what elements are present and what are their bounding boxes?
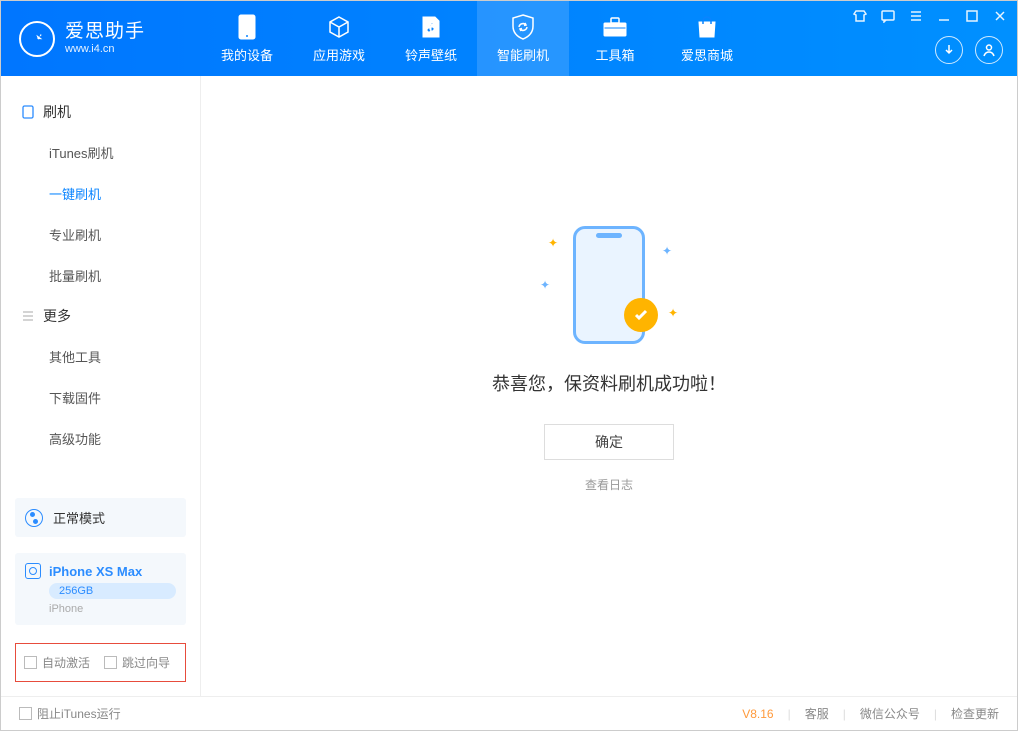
mode-label: 正常模式 xyxy=(53,508,105,527)
footer-link-wechat[interactable]: 微信公众号 xyxy=(860,705,920,722)
device-mode-card[interactable]: 正常模式 xyxy=(15,498,186,537)
maximize-icon[interactable] xyxy=(963,7,981,25)
sparkle-icon: ✦ xyxy=(548,236,558,250)
bag-icon xyxy=(693,13,721,41)
device-type: iPhone xyxy=(49,603,176,615)
minimize-icon[interactable] xyxy=(935,7,953,25)
tab-toolbox[interactable]: 工具箱 xyxy=(569,1,661,76)
success-illustration: ✦ ✦ ✦ ✦ xyxy=(534,220,684,350)
sparkle-icon: ✦ xyxy=(668,306,678,320)
sparkle-icon: ✦ xyxy=(540,278,550,292)
mode-icon xyxy=(25,509,43,527)
sidebar-item-itunes-flash[interactable]: iTunes刷机 xyxy=(1,132,200,173)
sidebar-section-flash: 刷机 xyxy=(1,92,200,132)
device-card[interactable]: iPhone XS Max 256GB iPhone xyxy=(15,553,186,625)
toolbox-icon xyxy=(601,13,629,41)
tab-smart-flash[interactable]: 智能刷机 xyxy=(477,1,569,76)
header-actions xyxy=(935,36,1003,64)
app-url: www.i4.cn xyxy=(65,43,145,55)
flash-options-highlighted: 自动激活 跳过向导 xyxy=(15,643,186,682)
phone-outline-icon xyxy=(21,105,35,119)
sidebar-item-download-firmware[interactable]: 下载固件 xyxy=(1,377,200,418)
checkbox-auto-activate[interactable]: 自动激活 xyxy=(24,654,90,671)
header: 爱思助手 www.i4.cn 我的设备 应用游戏 铃声壁纸 智能刷机 工具箱 爱… xyxy=(1,1,1017,76)
footer-link-update[interactable]: 检查更新 xyxy=(951,705,999,722)
cube-icon xyxy=(325,13,353,41)
logo-icon xyxy=(19,21,55,57)
nav-tabs: 我的设备 应用游戏 铃声壁纸 智能刷机 工具箱 爱思商城 xyxy=(201,1,753,76)
device-capacity-badge: 256GB xyxy=(49,583,176,599)
sparkle-icon: ✦ xyxy=(662,244,672,258)
app-name: 爱思助手 xyxy=(65,22,145,43)
tab-store[interactable]: 爱思商城 xyxy=(661,1,753,76)
sidebar-item-pro-flash[interactable]: 专业刷机 xyxy=(1,214,200,255)
main-content: ✦ ✦ ✦ ✦ 恭喜您，保资料刷机成功啦！ 确定 查看日志 xyxy=(201,76,1017,696)
menu-icon[interactable] xyxy=(907,7,925,25)
tab-apps-games[interactable]: 应用游戏 xyxy=(293,1,385,76)
device-icon xyxy=(233,13,261,41)
device-name: iPhone XS Max xyxy=(49,564,142,579)
sidebar-section-more: 更多 xyxy=(1,296,200,336)
checkbox-icon xyxy=(24,656,37,669)
window-controls xyxy=(851,7,1009,25)
sidebar-item-batch-flash[interactable]: 批量刷机 xyxy=(1,255,200,296)
skin-icon[interactable] xyxy=(851,7,869,25)
sidebar: 刷机 iTunes刷机 一键刷机 专业刷机 批量刷机 更多 其他工具 下载固件 … xyxy=(1,76,201,696)
feedback-icon[interactable] xyxy=(879,7,897,25)
device-phone-icon xyxy=(25,563,41,579)
music-file-icon xyxy=(417,13,445,41)
app-logo: 爱思助手 www.i4.cn xyxy=(1,1,201,76)
success-message: 恭喜您，保资料刷机成功啦！ xyxy=(492,370,726,396)
account-button[interactable] xyxy=(975,36,1003,64)
footer-link-support[interactable]: 客服 xyxy=(805,705,829,722)
check-badge-icon xyxy=(624,298,658,332)
checkbox-block-itunes[interactable]: 阻止iTunes运行 xyxy=(19,705,121,722)
view-log-link[interactable]: 查看日志 xyxy=(585,476,633,493)
list-icon xyxy=(21,309,35,323)
ok-button[interactable]: 确定 xyxy=(544,424,674,460)
tab-my-device[interactable]: 我的设备 xyxy=(201,1,293,76)
checkbox-skip-guide[interactable]: 跳过向导 xyxy=(104,654,170,671)
sidebar-item-oneclick-flash[interactable]: 一键刷机 xyxy=(1,173,200,214)
sidebar-item-advanced[interactable]: 高级功能 xyxy=(1,418,200,459)
version-label: V8.16 xyxy=(742,707,773,721)
close-icon[interactable] xyxy=(991,7,1009,25)
checkbox-icon xyxy=(104,656,117,669)
tab-ringtones-wallpaper[interactable]: 铃声壁纸 xyxy=(385,1,477,76)
sidebar-item-other-tools[interactable]: 其他工具 xyxy=(1,336,200,377)
checkbox-icon xyxy=(19,707,32,720)
status-bar: 阻止iTunes运行 V8.16 | 客服 | 微信公众号 | 检查更新 xyxy=(1,696,1017,730)
shield-refresh-icon xyxy=(509,13,537,41)
download-button[interactable] xyxy=(935,36,963,64)
